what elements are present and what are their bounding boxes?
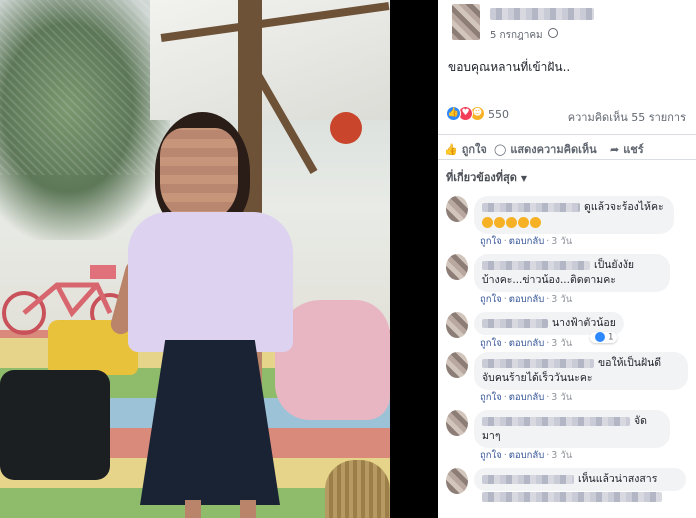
comment-text: เห็นแล้วน่าสงสาร xyxy=(578,473,658,485)
thumbs-up-icon: 👍 xyxy=(444,143,458,156)
author-avatar[interactable] xyxy=(452,4,480,40)
like-button[interactable]: 👍 ถูกใจ xyxy=(444,140,487,158)
comment-time[interactable]: 3 วัน xyxy=(551,392,572,403)
commenter-avatar[interactable] xyxy=(446,196,468,222)
comment-text: จับคนร้ายได้เร็ววันนะคะ xyxy=(482,372,593,384)
comment-time[interactable]: 3 วัน xyxy=(551,294,572,305)
comment-text: ขอให้เป็นฝันดี xyxy=(598,357,662,369)
comment-time[interactable]: 3 วัน xyxy=(551,236,572,247)
comment-time[interactable]: 3 วัน xyxy=(551,450,572,461)
comment-bubble: เห็นแล้วน่าสงสาร xyxy=(474,468,686,491)
reaction-count[interactable]: 550 xyxy=(488,108,509,121)
comment-filter-dropdown[interactable]: ที่เกี่ยวข้องที่สุด ▼ xyxy=(446,168,527,186)
comment-bubble: ขอให้เป็นฝันดี จับคนร้ายได้เร็ววันนะคะ xyxy=(474,352,688,390)
red-helmet xyxy=(330,112,362,144)
commenter-name-blurred[interactable] xyxy=(482,318,548,328)
reactions-bar[interactable]: 👍 ♥ ☻ 550 ความคิดเห็น 55 รายการ xyxy=(438,104,696,126)
comment-label: แสดงความคิดเห็น xyxy=(510,143,597,156)
commenter-avatar[interactable] xyxy=(446,352,468,378)
commenter-name-blurred[interactable] xyxy=(482,416,630,426)
comment-reply-link[interactable]: ตอบกลับ xyxy=(509,392,545,403)
mosquito-net xyxy=(0,0,175,175)
comment-like-link[interactable]: ถูกใจ xyxy=(480,392,502,403)
comment-icon: ◯ xyxy=(494,143,507,156)
caret-down-icon: ▼ xyxy=(520,174,528,183)
comment-like-link[interactable]: ถูกใจ xyxy=(480,294,502,305)
comment-line-blurred xyxy=(482,492,662,502)
sad-emoji-icon xyxy=(518,216,529,228)
post-date[interactable]: 5 กรกฎาคม xyxy=(490,28,543,43)
comment-text: จัด xyxy=(634,415,647,427)
like-reaction-icon xyxy=(595,332,605,342)
school-shirt xyxy=(128,212,293,352)
comment-meta: ถูกใจ · ตอบกลับ · 3 วัน xyxy=(480,338,573,349)
share-button[interactable]: ➦ แชร์ xyxy=(610,140,644,158)
girl-leg xyxy=(185,500,201,518)
commenter-name-blurred[interactable] xyxy=(482,474,574,484)
comment-meta: ถูกใจ · ตอบกลับ · 3 วัน xyxy=(480,450,573,461)
sad-emoji-icon xyxy=(482,216,493,228)
comments-count[interactable]: ความคิดเห็น 55 รายการ xyxy=(568,108,686,126)
sad-emoji-icon xyxy=(494,216,505,228)
comment-like-link[interactable]: ถูกใจ xyxy=(480,236,502,247)
share-label: แชร์ xyxy=(623,143,644,156)
school-bag xyxy=(0,370,110,480)
globe-icon xyxy=(548,28,558,38)
comment-text: ดูแล้วจะร้องไห้คะ xyxy=(584,201,664,213)
commenter-avatar[interactable] xyxy=(446,254,468,280)
commenter-name-blurred[interactable] xyxy=(482,202,580,212)
post-panel: 5 กรกฎาคม ขอบคุณหลานที่เข้าฝัน.. 👍 ♥ ☻ 5… xyxy=(438,0,696,518)
blurred-face xyxy=(160,128,238,220)
comment-meta: ถูกใจ · ตอบกลับ · 3 วัน xyxy=(480,392,573,403)
comment-reply-link[interactable]: ตอบกลับ xyxy=(509,450,545,461)
comment-text: บ้างคะ...ข่าวน้อง...ติดตามคะ xyxy=(482,274,616,286)
comment-meta: ถูกใจ · ตอบกลับ · 3 วัน xyxy=(480,294,573,305)
filter-label: ที่เกี่ยวข้องที่สุด xyxy=(446,171,517,184)
comment-bubble: ดูแล้วจะร้องไห้คะ xyxy=(474,196,674,234)
comment-like-link[interactable]: ถูกใจ xyxy=(480,450,502,461)
like-reaction-icon: 👍 xyxy=(446,106,461,121)
sad-emoji-icon xyxy=(530,216,541,228)
commenter-avatar[interactable] xyxy=(446,312,468,338)
comment-meta: ถูกใจ · ตอบกลับ · 3 วัน xyxy=(480,236,573,247)
comment-bubble: เป็นยังงัย บ้างคะ...ข่าวน้อง...ติดตามคะ xyxy=(474,254,670,292)
comment-reply-link[interactable]: ตอบกลับ xyxy=(509,294,545,305)
girl-leg xyxy=(240,500,256,518)
commenter-avatar[interactable] xyxy=(446,410,468,436)
comment-time[interactable]: 3 วัน xyxy=(551,338,572,349)
post-text: ขอบคุณหลานที่เข้าฝัน.. xyxy=(448,60,571,74)
commenter-name-blurred[interactable] xyxy=(482,260,590,270)
comment-reply-link[interactable]: ตอบกลับ xyxy=(509,338,545,349)
commenter-name-blurred[interactable] xyxy=(482,358,594,368)
comment-text: นางฟ้าตัวน้อย xyxy=(552,317,616,329)
comment-like-link[interactable]: ถูกใจ xyxy=(480,338,502,349)
woven-basket xyxy=(325,460,390,518)
like-label: ถูกใจ xyxy=(461,143,487,156)
comment-text: มาๆ xyxy=(482,430,501,442)
post-photo[interactable] xyxy=(0,0,390,518)
post-header: 5 กรกฎาคม xyxy=(438,0,696,48)
author-name-blurred[interactable] xyxy=(490,8,594,20)
comment-text: เป็นยังงัย xyxy=(594,259,634,271)
share-arrow-icon: ➦ xyxy=(610,143,620,156)
post-actions: 👍 ถูกใจ ◯ แสดงความคิดเห็น ➦ แชร์ xyxy=(438,134,696,160)
comment-bubble: จัด มาๆ xyxy=(474,410,670,448)
commenter-avatar[interactable] xyxy=(446,468,468,494)
comment-reaction-badge[interactable]: 1 xyxy=(590,332,617,343)
comment-button[interactable]: ◯ แสดงความคิดเห็น xyxy=(494,140,597,158)
sad-emoji-icon xyxy=(506,216,517,228)
comment-reply-link[interactable]: ตอบกลับ xyxy=(509,236,545,247)
